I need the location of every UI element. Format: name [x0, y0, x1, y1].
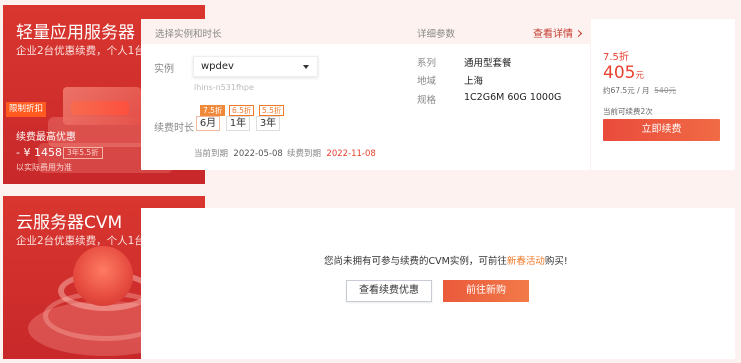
spec-key-series: 系列	[417, 58, 437, 69]
view-details-label: 查看详情	[533, 29, 573, 40]
instance-select-value: wpdev	[201, 61, 234, 72]
renew-now-button[interactable]: 立即续费	[603, 119, 720, 141]
new-year-activity-link[interactable]: 新春活动	[507, 256, 545, 267]
chevron-right-icon	[574, 29, 583, 38]
instance-select[interactable]: wpdev	[193, 56, 318, 77]
duration-discount-1y: 6.5折	[229, 105, 255, 116]
cvm-message-after: 购买!	[544, 256, 568, 267]
spec-key-region: 地域	[417, 76, 437, 87]
lighthouse-subtitle: 企业2台优惠续费，个人1台	[16, 45, 145, 57]
price-monthly-row: 约67.5元 / 月 540元	[603, 85, 676, 96]
current-expire-label: 当前到期	[194, 149, 229, 159]
price-original: 540元	[654, 86, 677, 95]
cvm-title: 云服务器CVM	[16, 213, 123, 233]
spec-value-region: 上海	[464, 76, 484, 87]
price-total-row: 405元	[603, 63, 644, 83]
price-amount: 405	[603, 63, 636, 83]
spec-value-series: 通用型套餐	[464, 58, 512, 69]
discount-tag: 3年5.5折	[63, 147, 103, 159]
current-expire-row: 当前到期 2022-05-08	[194, 147, 283, 159]
lighthouse-title: 轻量应用服务器	[16, 23, 135, 43]
go-purchase-button[interactable]: 前往新购	[443, 280, 529, 302]
max-discount-amount: - ¥ 1458	[16, 146, 62, 159]
price-panel: 7.5折 405元 约67.5元 / 月 540元 当前可续费2次 立即续费	[591, 19, 735, 170]
duration-discount-6m: 7.5折	[200, 105, 226, 116]
duration-label: 续费时长	[154, 123, 194, 134]
chevron-down-icon	[303, 65, 309, 69]
price-discount: 7.5折	[603, 52, 629, 63]
renew-max-discount-label: 续费最高优惠	[16, 132, 76, 143]
renew-expire-date: 2022-11-08	[326, 149, 376, 159]
instance-label: 实例	[154, 64, 174, 75]
spec-value-size: 1C2G6M 60G 1000G	[464, 92, 562, 103]
cloud-illustration-sphere	[73, 246, 133, 306]
duration-option-6m[interactable]: 6月	[196, 116, 220, 131]
duration-option-1y[interactable]: 1年	[226, 116, 250, 131]
current-expire-date: 2022-05-08	[233, 149, 283, 159]
renewable-count: 当前可续费2次	[603, 107, 653, 116]
cvm-message-before: 您尚未拥有可参与续费的CVM实例，可前往	[324, 256, 507, 267]
cvm-renew-card: 您尚未拥有可参与续费的CVM实例，可前往新春活动购买! 查看续费优惠 前往新购	[141, 208, 735, 359]
instance-renew-card: 选择实例和时长 详细参数 查看详情 实例 wpdev lhins-n531fhp…	[141, 19, 590, 170]
instance-id: lhins-n531fhpe	[194, 83, 254, 92]
renew-expire-label: 续费到期	[287, 149, 322, 159]
view-renew-offers-button[interactable]: 查看续费优惠	[346, 280, 432, 302]
price-unit: 元	[635, 71, 644, 81]
spec-key-size: 规格	[417, 95, 437, 106]
price-monthly: 约67.5元 / 月	[603, 86, 650, 95]
params-heading: 详细参数	[417, 29, 456, 40]
limited-discount-badge: 限制折扣	[6, 102, 46, 117]
duration-discount-3y: 5.5折	[259, 105, 285, 116]
cvm-empty-message: 您尚未拥有可参与续费的CVM实例，可前往新春活动购买!	[324, 253, 568, 267]
price-note: 以实际费用为准	[16, 163, 72, 172]
server-illustration-light	[71, 101, 129, 115]
select-instance-heading: 选择实例和时长	[155, 29, 222, 40]
cvm-subtitle: 企业2台优惠续费，个人1台	[16, 235, 145, 247]
renew-expire-row: 续费到期 2022-11-08	[287, 147, 376, 159]
view-details-link[interactable]: 查看详情	[533, 25, 583, 40]
duration-option-3y[interactable]: 3年	[256, 116, 280, 131]
